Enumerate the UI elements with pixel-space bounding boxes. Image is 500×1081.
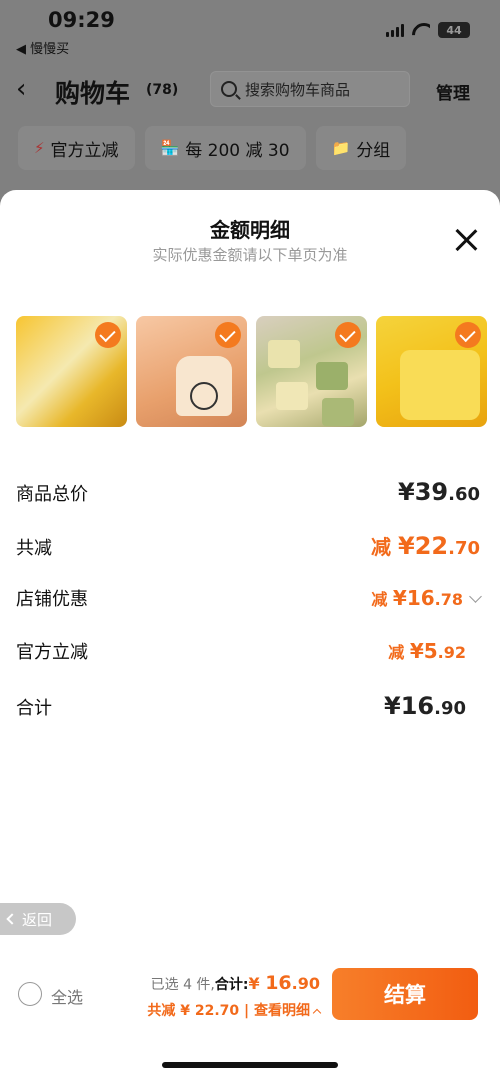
chip-label: 官方立减 [50,140,119,161]
row-label: 商品总价 [16,484,88,505]
row-official-discount: 官方立减 减 ¥5.92 [16,638,466,664]
chevron-up-icon [312,1008,322,1018]
chip-label: 每 200 减 30 [185,140,290,161]
row-label: 店铺优惠 [16,589,88,610]
chevron-down-icon[interactable] [469,590,482,603]
sheet-subtitle: 实际优惠金额请以下单页为准 [152,246,348,264]
sheet-title: 金额明细 [210,218,290,242]
selected-summary: 已选 4 件,合计:¥ 16.90 [150,972,321,994]
product-thumbnail[interactable] [16,316,127,427]
back-label: 返回 [22,910,53,929]
manage-button[interactable]: 管理 [436,79,470,104]
check-icon [335,322,361,348]
search-placeholder: 搜索购物车商品 [245,80,351,99]
row-total-price: 商品总价 ¥39.60 [16,478,480,506]
amount-detail-sheet: 金额明细 实际优惠金额请以下单页为准 商品总价 ¥39.60 共减 减 ¥22.… [0,190,500,1081]
checkout-bar: 全选 已选 4 件,合计:¥ 16.90 共减 ¥ 22.70 | 查看明细 结… [0,960,500,1040]
search-icon [221,81,237,97]
checkout-button[interactable]: 结算 [332,968,478,1020]
chip-label: 分组 [356,140,391,161]
chip-group[interactable]: 📁 分组 [315,126,407,170]
status-time: 09:29 [48,8,115,32]
select-all-label[interactable]: 全选 [51,984,83,1008]
close-icon[interactable] [454,228,478,252]
row-amount: 减 ¥22.70 [371,532,480,560]
folder-icon: 📁 [331,139,351,157]
row-label: 合计 [16,698,52,719]
select-all-radio[interactable] [18,982,42,1006]
row-amount: 减 ¥5.92 [388,639,466,663]
store-icon: 🏪 [160,139,180,157]
row-grand-total: 合计 ¥16.90 [16,692,466,720]
product-thumbnail[interactable] [376,316,487,427]
product-thumbnails [16,316,487,427]
back-button[interactable]: 返回 [0,903,76,935]
nav-back-icon[interactable]: ‹ [16,74,26,104]
search-input[interactable]: 搜索购物车商品 [210,71,410,107]
row-label: 官方立减 [16,642,88,663]
row-label: 共减 [16,538,52,559]
product-thumbnail[interactable] [256,316,367,427]
signal-icon [386,23,404,37]
product-thumbnail[interactable] [136,316,247,427]
row-total-discount: 共减 减 ¥22.70 [16,531,480,560]
home-indicator [162,1062,338,1068]
wifi-icon [412,23,430,37]
row-store-discount[interactable]: 店铺优惠 减 ¥16.78 [16,585,482,611]
chip-store-discount[interactable]: 🏪 每 200 减 30 [144,126,306,170]
chevron-left-icon [6,913,18,925]
status-icons: 44 [386,22,470,38]
check-icon [455,322,481,348]
row-amount: ¥39.60 [398,478,480,506]
row-amount: ¥16.90 [384,692,466,720]
view-details-link[interactable]: 共减 ¥ 22.70 | 查看明细 [147,1000,322,1020]
battery-icon: 44 [438,22,470,38]
background-page: 09:29 ◀ 慢慢买 44 ‹ 购物车 (78) 搜索购物车商品 管理 ⚡ 官… [0,0,500,200]
back-to-app-link[interactable]: ◀ 慢慢买 [16,38,69,57]
lightning-icon: ⚡ [34,139,45,157]
row-amount: 减 ¥16.78 [371,586,482,610]
page-title: 购物车 [55,79,131,108]
total-amount: ¥ 16.90 [248,972,321,994]
check-icon [215,322,241,348]
check-icon [95,322,121,348]
filter-chips: ⚡ 官方立减 🏪 每 200 减 30 📁 分组 [18,126,407,170]
cart-count: (78) [146,82,179,98]
chip-official-discount[interactable]: ⚡ 官方立减 [18,126,135,170]
